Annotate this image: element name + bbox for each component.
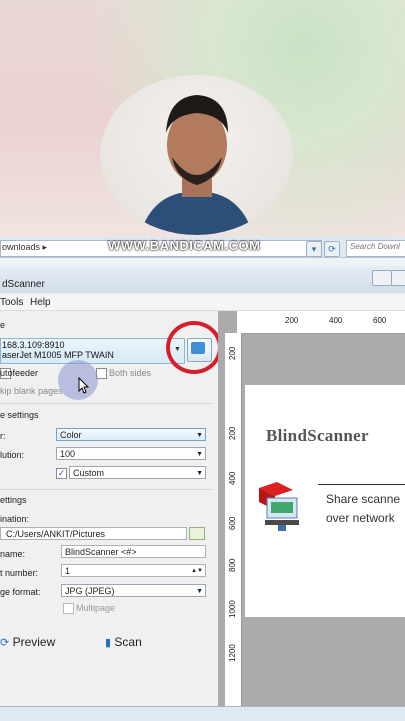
both-sides-label: Both sides	[109, 368, 152, 378]
start-number-label: t number:	[0, 568, 39, 578]
menu-tools[interactable]: Tools	[0, 297, 23, 308]
filename-value: BlindScanner <#>	[65, 547, 137, 557]
title-bar	[0, 266, 405, 293]
ruler-tick-label: 200	[228, 346, 237, 360]
mouse-cursor-icon	[78, 377, 90, 394]
ruler-tick-label: 600	[373, 316, 387, 325]
divider	[0, 489, 213, 490]
divider	[0, 403, 213, 404]
address-text: ownloads ▸	[2, 242, 48, 252]
scan-label: Scan	[114, 635, 142, 649]
start-number-stepper[interactable]: 1 ▲▼	[61, 564, 206, 577]
preview-button[interactable]: ⟳ Preview	[0, 635, 55, 649]
multipage-checkbox[interactable]	[63, 603, 74, 614]
image-settings-label: e settings	[0, 410, 39, 420]
presenter-image	[140, 95, 253, 235]
folder-browse-icon[interactable]	[189, 527, 205, 540]
filename-field[interactable]: BlindScanner <#>	[61, 545, 206, 558]
bandicam-watermark: WWW.BANDICAM.COM	[108, 238, 261, 253]
device-section-label: e	[0, 320, 6, 330]
format-select[interactable]: JPG (JPEG) ▼	[61, 584, 206, 597]
color-mode-value: Color	[60, 430, 82, 440]
ruler-tick-label: 600	[228, 516, 237, 530]
destination-value: C:/Users/ANKIT/Pictures	[6, 529, 106, 539]
taskbar-strip	[0, 706, 405, 721]
ruler-tick-label: 1200	[228, 644, 237, 662]
maximize-button[interactable]	[391, 270, 405, 286]
page-size-value: Custom	[73, 468, 105, 478]
scan-icon: ▮	[105, 637, 112, 649]
preview-text-line1: Share scanne	[326, 492, 401, 506]
scan-button[interactable]: ▮ Scan	[105, 635, 142, 649]
format-label: ge format:	[0, 587, 41, 597]
window-title: dScanner	[2, 279, 45, 290]
ruler-tick-label: 400	[329, 316, 343, 325]
destination-field[interactable]: C:/Users/ANKIT/Pictures	[0, 527, 187, 540]
chevron-down-icon: ▼	[196, 451, 203, 458]
chevron-down-icon: ▼	[196, 588, 203, 595]
ruler-tick-label: 1000	[228, 600, 237, 618]
resolution-value: 100	[60, 449, 76, 459]
ruler-tick-label: 400	[228, 471, 237, 485]
spinner-icon: ▲▼	[191, 568, 203, 574]
preview-heading: BlindScanner	[266, 426, 369, 445]
search-placeholder: Search Downl	[350, 242, 400, 251]
start-number-value: 1	[65, 566, 71, 576]
minimize-button[interactable]	[372, 270, 392, 286]
ruler-tick-label: 200	[228, 426, 237, 440]
menu-help[interactable]: Help	[30, 297, 51, 308]
color-mode-select[interactable]: Color ▼	[56, 428, 206, 441]
output-settings-label: ettings	[0, 495, 27, 505]
dropdown-arrow-icon[interactable]: ▾	[306, 241, 322, 257]
autofeeder-label: utofeeder	[0, 368, 39, 378]
highlight-circle	[166, 321, 222, 374]
format-value: JPG (JPEG)	[65, 586, 115, 596]
filename-label: name:	[0, 549, 26, 559]
chevron-down-icon: ▼	[196, 432, 203, 439]
refresh-icon[interactable]: ⟳	[324, 241, 340, 257]
preview-label: Preview	[12, 635, 56, 649]
preview-divider	[318, 484, 405, 485]
ruler-tick-label: 800	[228, 558, 237, 572]
chevron-down-icon: ▼	[196, 470, 203, 477]
resolution-select[interactable]: 100 ▼	[56, 447, 206, 460]
scanner-logo-icon	[259, 482, 299, 531]
page-size-select[interactable]: Custom ▼	[69, 466, 206, 479]
preview-icon: ⟳	[0, 637, 10, 649]
ruler-tick-label: 200	[285, 316, 299, 325]
menu-bar	[0, 294, 405, 311]
custom-size-checkbox[interactable]: ✓	[56, 468, 67, 479]
webcam-overlay	[100, 75, 293, 235]
multipage-label: Multipage	[76, 603, 116, 613]
destination-label: ination:	[0, 514, 30, 524]
resolution-label: lution:	[0, 450, 25, 460]
device-name: aserJet M1005 MFP TWAIN	[2, 350, 114, 360]
skip-blank-label: kip blank pages	[0, 386, 63, 396]
device-address: 168.3.109:8910	[2, 340, 65, 350]
preview-text-line2: over network	[326, 511, 395, 525]
color-mode-label: r:	[0, 431, 6, 441]
